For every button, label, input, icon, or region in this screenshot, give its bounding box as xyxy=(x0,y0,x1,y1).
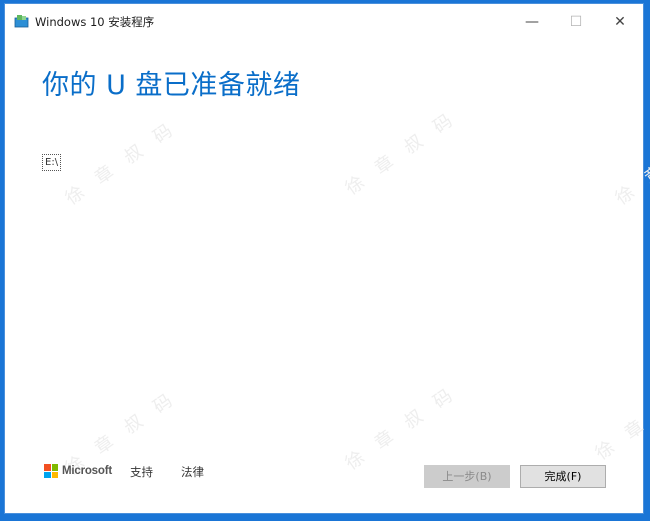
watermark-1: 徐 章 叔 码 xyxy=(61,117,182,210)
watermark-2: 徐 章 叔 码 xyxy=(341,107,462,200)
minimize-button[interactable]: — xyxy=(510,4,554,40)
setup-app-icon xyxy=(14,15,29,28)
legal-link[interactable]: 法律 xyxy=(181,464,204,480)
footer: Microsoft 支持 法律 上一步(B) 完成(F) xyxy=(5,459,643,495)
window-title: Windows 10 安装程序 xyxy=(35,15,155,29)
watermark-3: 徐 章 叔 码 xyxy=(611,117,650,210)
setup-window: Windows 10 安装程序 — ☐ ✕ 你的 U 盘已准备就绪 E:\ 徐 … xyxy=(4,3,650,514)
usb-drive-item[interactable]: E:\ xyxy=(42,154,62,171)
finish-button[interactable]: 完成(F) xyxy=(520,465,606,488)
close-button[interactable]: ✕ xyxy=(598,4,642,40)
page-title: 你的 U 盘已准备就绪 xyxy=(42,70,301,101)
title-bar[interactable]: Windows 10 安装程序 — ☐ ✕ xyxy=(5,4,643,40)
microsoft-brand: Microsoft xyxy=(62,465,112,477)
watermark-6: 徐 章 叔 码 xyxy=(591,372,650,465)
microsoft-logo-icon xyxy=(44,464,58,478)
support-link[interactable]: 支持 xyxy=(130,464,153,480)
maximize-button[interactable]: ☐ xyxy=(554,4,598,40)
back-button[interactable]: 上一步(B) xyxy=(424,465,510,488)
